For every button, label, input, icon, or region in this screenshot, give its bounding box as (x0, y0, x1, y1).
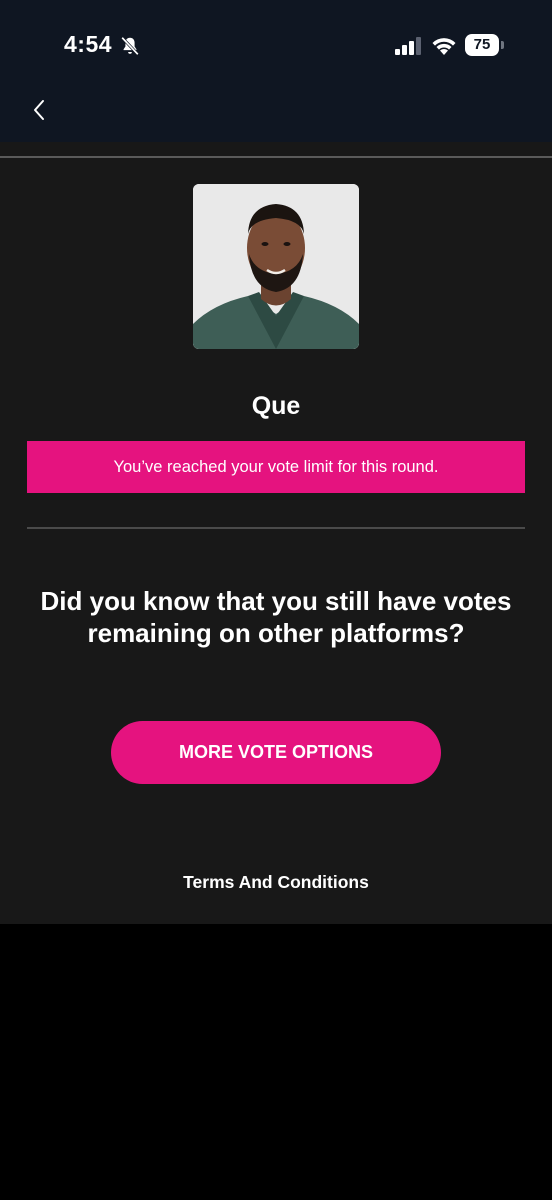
contestant-photo (193, 184, 359, 349)
contestant-portrait (193, 184, 359, 349)
battery-tip (501, 41, 504, 49)
divider (27, 527, 525, 529)
contestant-name: Que (251, 392, 301, 420)
header: 4:54 75 (0, 0, 552, 142)
phone-screen: 4:54 75 Que You’ve reached your vote lim… (0, 0, 552, 1200)
battery-icon: 75 (465, 34, 505, 56)
battery-level: 75 (465, 34, 499, 56)
status-time: 4:54 (64, 31, 113, 57)
other-platforms-question: Did you know that you still have votes r… (40, 586, 512, 648)
wifi-icon (432, 38, 456, 55)
vote-limit-banner: You’ve reached your vote limit for this … (27, 441, 525, 493)
bell-off-icon (121, 36, 139, 56)
cellular-signal-icon (395, 37, 421, 55)
more-vote-options-button[interactable]: MORE VOTE OPTIONS (111, 721, 441, 784)
chevron-left-icon[interactable] (24, 92, 56, 128)
status-bar: 4:54 75 (0, 0, 552, 90)
divider (0, 156, 552, 158)
vote-card: Que You’ve reached your vote limit for t… (0, 142, 552, 924)
terms-and-conditions-link[interactable]: Terms And Conditions (0, 872, 552, 893)
